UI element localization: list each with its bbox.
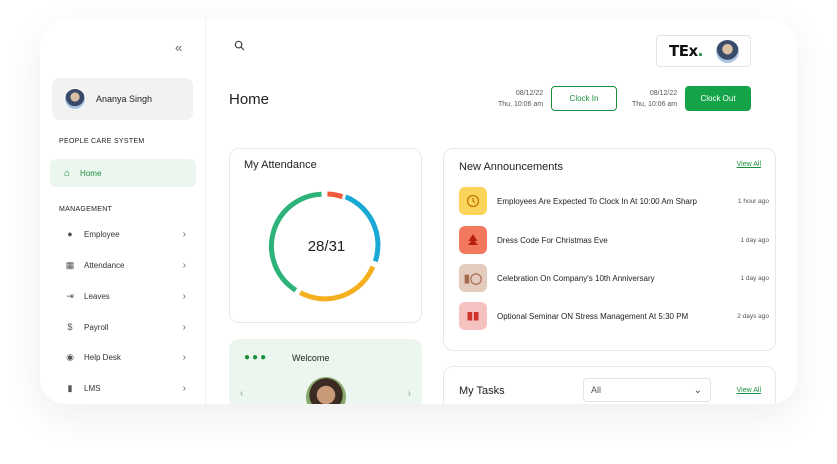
welcome-card: ●●● Welcome ‹ › xyxy=(229,339,422,404)
sidebar-item-label: Attendance xyxy=(84,260,125,270)
clock-out-timestamp: 08/12/22 Thu, 10:06 am xyxy=(632,88,677,110)
clock-out-date: 08/12/22 xyxy=(649,90,678,97)
profile-name: Ananya Singh xyxy=(96,94,153,104)
avatar xyxy=(64,88,86,110)
chevron-down-icon: ⌄ xyxy=(693,384,702,396)
sidebar-item-label: Help Desk xyxy=(84,352,121,362)
donut-segment-red xyxy=(327,191,344,200)
clock-out-button[interactable]: Clock Out xyxy=(685,86,751,111)
attendance-count: 28/31 xyxy=(307,238,346,255)
announcement-time: 2 days ago xyxy=(737,312,769,320)
announcement-text: Employees Are Expected To Clock In At 10… xyxy=(497,196,697,206)
chevron-right-icon: › xyxy=(182,259,186,271)
search-icon[interactable] xyxy=(234,40,245,54)
user-profile[interactable]: Ananya Singh xyxy=(52,78,193,120)
chat-icon: ◉ xyxy=(66,351,74,362)
employee-avatar xyxy=(306,377,346,404)
main-content: TEx. Home 08/12/22 Thu, 10:06 am Clock I… xyxy=(206,20,797,404)
announcement-item[interactable]: Optional Seminar ON Stress Management At… xyxy=(459,302,769,330)
dollar-icon: $ xyxy=(67,322,73,332)
clock-in-button[interactable]: Clock In xyxy=(551,86,617,111)
sidebar-item-label: Payroll xyxy=(84,322,109,332)
section-label-people-care: PEOPLE CARE SYSTEM xyxy=(59,138,145,145)
sidebar-item-employee[interactable]: ● Employee › xyxy=(50,224,196,244)
sidebar-item-payroll[interactable]: $ Payroll › xyxy=(50,317,196,337)
sidebar-item-label: LMS xyxy=(84,383,101,393)
chevron-right-icon: › xyxy=(182,351,186,363)
carousel-next-button[interactable]: › xyxy=(408,388,411,399)
sidebar-item-label: Leaves xyxy=(84,291,110,301)
sidebar-item-leaves[interactable]: ⇥ Leaves › xyxy=(50,286,196,306)
clock-in-timestamp: 08/12/22 Thu, 10:06 am xyxy=(498,88,543,110)
tasks-filter-select[interactable]: All ⌄ xyxy=(583,378,711,402)
sidebar-item-label: Home xyxy=(80,168,102,178)
sidebar-item-lms[interactable]: ▮ LMS › xyxy=(50,378,196,398)
chevron-right-icon: › xyxy=(182,290,186,302)
chevron-right-icon: › xyxy=(182,321,186,333)
book-icon: ▮ xyxy=(67,382,73,393)
announcement-item[interactable]: ▮◯ Celebration On Company's 10th Anniver… xyxy=(459,264,769,292)
tasks-view-all-link[interactable]: View All xyxy=(737,387,761,394)
announcements-view-all-link[interactable]: View All xyxy=(737,161,761,168)
welcome-title: Welcome xyxy=(292,353,330,363)
sidebar-item-attendance[interactable]: ▦ Attendance › xyxy=(50,255,196,275)
user-avatar[interactable] xyxy=(716,40,739,63)
attendance-title: My Attendance xyxy=(244,159,317,171)
collapse-sidebar-icon[interactable]: « xyxy=(175,40,182,55)
app-frame: « Ananya Singh PEOPLE CARE SYSTEM ⌂ Home… xyxy=(40,20,797,404)
clock-out-time: Thu, 10:06 am xyxy=(632,101,678,108)
tasks-card: My Tasks All ⌄ View All xyxy=(443,366,776,404)
section-label-management: MANAGEMENT xyxy=(59,206,113,213)
page-title: Home xyxy=(229,91,270,108)
home-icon: ⌂ xyxy=(64,167,71,179)
sidebar-item-label: Employee xyxy=(84,229,120,239)
exit-icon: ⇥ xyxy=(66,290,74,301)
carousel-prev-button[interactable]: ‹ xyxy=(240,388,243,399)
carousel-dots-icon[interactable]: ●●● xyxy=(244,352,268,363)
announcement-text: Celebration On Company's 10th Anniversar… xyxy=(497,273,655,283)
tasks-title: My Tasks xyxy=(459,385,505,397)
calendar-icon: ▦ xyxy=(65,259,75,270)
clock-in-date: 08/12/22 xyxy=(515,90,544,97)
person-icon: ● xyxy=(67,229,73,239)
announcement-time: 1 day ago xyxy=(740,236,769,244)
announcement-time: 1 hour ago xyxy=(737,197,769,205)
sidebar: « Ananya Singh PEOPLE CARE SYSTEM ⌂ Home… xyxy=(40,20,206,404)
clock-in-time: Thu, 10:06 am xyxy=(498,101,544,108)
donut-segment-orange xyxy=(298,265,376,302)
brand-logo: TEx. xyxy=(669,42,703,60)
clock-icon xyxy=(459,187,487,215)
announcements-title: New Announcements xyxy=(459,161,563,173)
anniversary-icon: ▮◯ xyxy=(459,264,487,292)
brand-logo-box[interactable]: TEx. xyxy=(656,35,751,67)
announcement-time: 1 day ago xyxy=(740,274,769,282)
announcement-item[interactable]: Dress Code For Christmas Eve 1 day ago xyxy=(459,226,769,254)
chevron-right-icon: › xyxy=(182,228,186,240)
book-open-icon xyxy=(459,302,487,330)
announcement-text: Optional Seminar ON Stress Management At… xyxy=(497,311,689,321)
select-value: All xyxy=(591,385,602,395)
sidebar-item-home[interactable]: ⌂ Home xyxy=(50,159,196,187)
announcements-card: New Announcements View All Employees Are… xyxy=(443,148,776,351)
sidebar-item-help-desk[interactable]: ◉ Help Desk › xyxy=(50,347,196,367)
announcement-text: Dress Code For Christmas Eve xyxy=(497,235,608,245)
announcement-item[interactable]: Employees Are Expected To Clock In At 10… xyxy=(459,187,769,215)
chevron-right-icon: › xyxy=(182,382,186,394)
attendance-card: My Attendance 28/31 xyxy=(229,148,422,323)
tree-icon xyxy=(459,226,487,254)
